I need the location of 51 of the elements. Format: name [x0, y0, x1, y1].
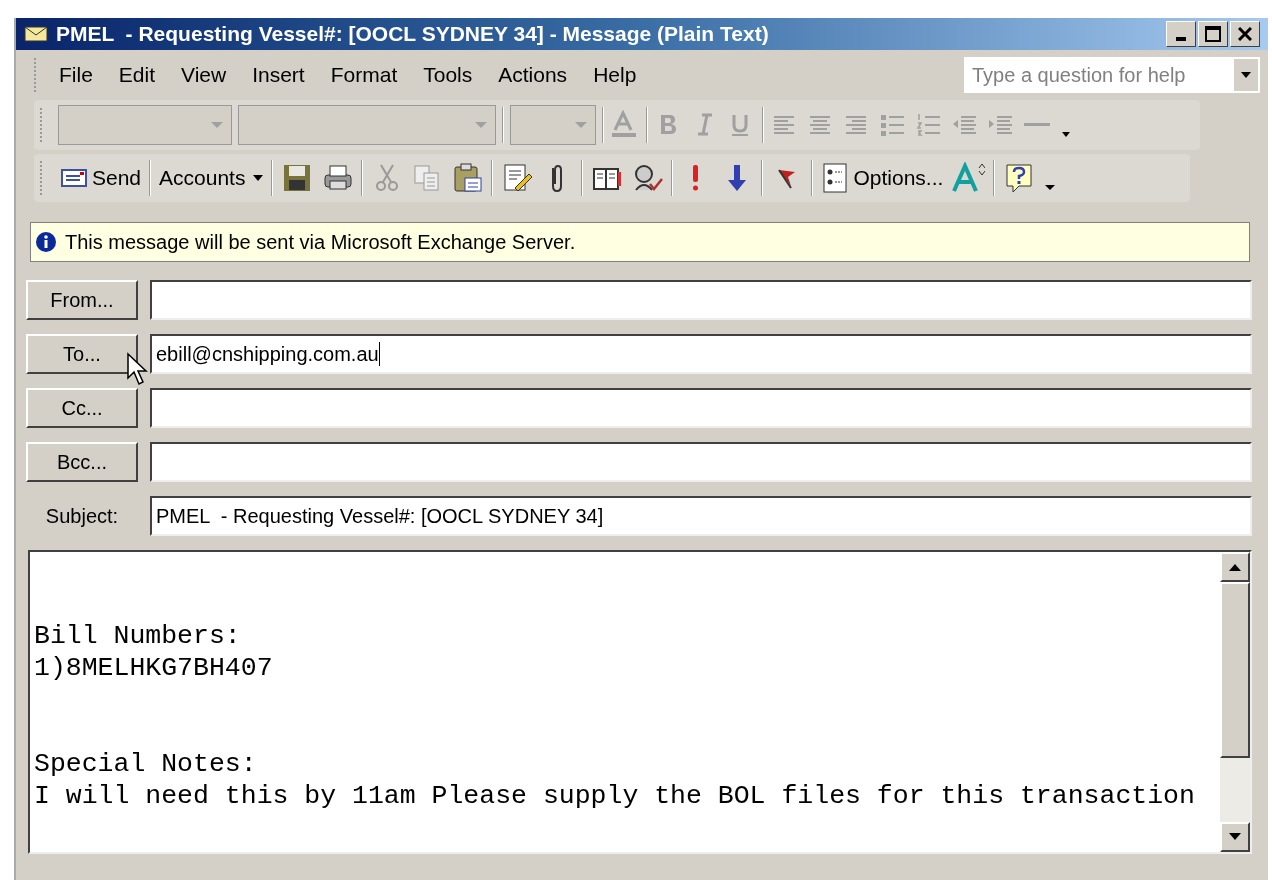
address-field[interactable] [150, 442, 1252, 482]
window-title: PMEL - Requesting Vessel#: [OOCL SYDNEY 34] - Message (Plain Text) [56, 21, 770, 48]
scroll-down-icon[interactable] [1229, 833, 1241, 841]
info-message: This message will be sent via Microsoft Exchange Server. [65, 230, 576, 255]
menu-item[interactable]: File [46, 59, 106, 91]
menu-item[interactable]: Edit [105, 59, 169, 91]
menu-item[interactable]: Actions [485, 59, 581, 91]
info-icon [35, 231, 57, 253]
caret-icon [253, 175, 264, 181]
address-field[interactable] [150, 388, 1252, 428]
scrollbar-thumb[interactable] [1220, 582, 1250, 758]
options-button[interactable]: Options... [821, 162, 944, 194]
send-button[interactable]: Send [60, 162, 142, 194]
dropdown-arrow-icon [475, 122, 487, 128]
subject-label: Subject: [45, 504, 119, 529]
message-body-field[interactable]: Bill Numbers: 1)8MELHKG7BH407 Special Notes: I will need this by 11am Please supply the BOL files for this transaction [28, 550, 1252, 854]
document-pencil-icon[interactable] [501, 162, 534, 194]
message-line: 1)8MELHKG7BH407 [34, 652, 274, 684]
maximize-button[interactable] [1198, 21, 1228, 47]
close-button[interactable] [1230, 21, 1260, 47]
menu-item[interactable]: Format [317, 59, 411, 91]
address-field[interactable] [150, 280, 1252, 320]
address-field[interactable]: ebill@cnshipping.com.au [150, 334, 1252, 374]
options-icon [821, 162, 850, 194]
dropdown-arrow-icon [211, 122, 223, 128]
envelope-icon [24, 25, 48, 43]
message-line: Bill Numbers: [34, 620, 242, 652]
accounts-button[interactable]: Accounts [159, 162, 264, 194]
cursor-icon [126, 352, 148, 386]
maximize-icon [1205, 26, 1221, 42]
message-line: I will need this by 11am Please supply the BOL files for this transaction [34, 780, 1196, 812]
address-button[interactable]: Bcc... [26, 442, 138, 482]
paste-icon[interactable] [451, 162, 484, 194]
scrollbar[interactable] [1220, 552, 1250, 852]
scroll-up-icon[interactable] [1229, 563, 1241, 571]
menu-item[interactable]: Tools [410, 59, 486, 91]
subject-field[interactable]: PMEL - Requesting Vessel#: [OOCL SYDNEY 34] [150, 496, 1252, 536]
minimize-icon [1176, 37, 1186, 41]
message-line: Special Notes: [34, 748, 258, 780]
minimize-button[interactable] [1166, 21, 1196, 47]
envelope-icon [60, 167, 88, 189]
address-button[interactable]: To... [26, 334, 138, 374]
help-search-field[interactable]: Type a question for help [964, 57, 1260, 93]
menu-item[interactable]: View [168, 59, 240, 91]
address-button[interactable]: From... [26, 280, 138, 320]
dropdown-arrow-icon [1241, 72, 1251, 78]
close-icon [1238, 27, 1252, 41]
address-button[interactable]: Cc... [26, 388, 138, 428]
menu-item[interactable]: Help [580, 59, 650, 91]
dropdown-arrow-icon [575, 122, 587, 128]
menu-item[interactable]: Insert [239, 59, 318, 91]
